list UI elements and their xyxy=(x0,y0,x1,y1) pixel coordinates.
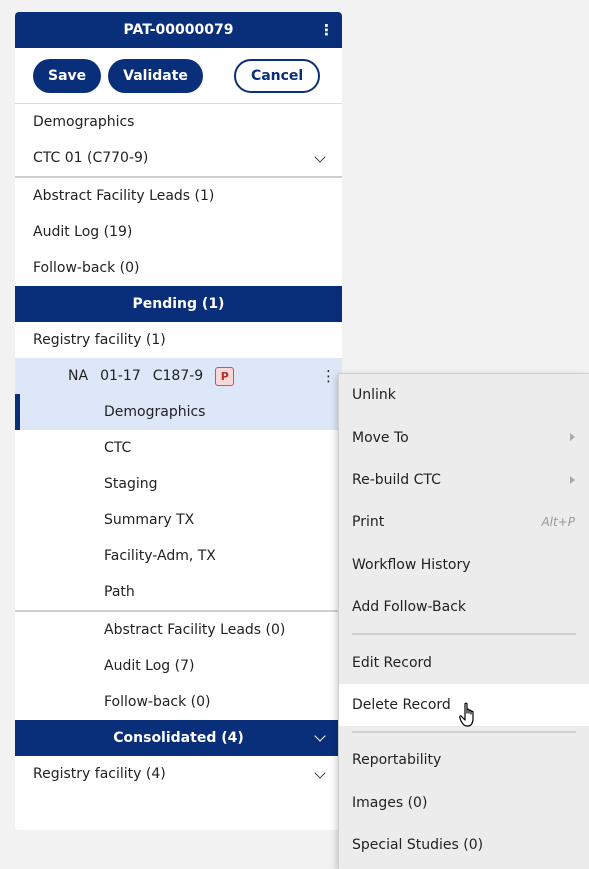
nav-ctc[interactable]: CTC 01 (C770-9) xyxy=(15,140,342,176)
menu-item-reportability[interactable]: Reportability xyxy=(339,739,589,781)
record-item-path[interactable]: Path xyxy=(15,574,342,610)
more-vertical-icon[interactable]: ⋮ xyxy=(321,366,336,386)
record-item-label: Summary TX xyxy=(104,512,195,528)
record-item-label: CTC xyxy=(104,440,132,456)
record-item-facility-adm-tx[interactable]: Facility-Adm, TX xyxy=(15,538,342,574)
nav-audit-log[interactable]: Audit Log (19) xyxy=(15,214,342,250)
menu-item-print[interactable]: Print Alt+P xyxy=(339,501,589,543)
menu-item-move-to[interactable]: Move To xyxy=(339,416,589,458)
menu-separator xyxy=(352,633,576,636)
menu-item-unlink[interactable]: Unlink xyxy=(339,374,589,416)
consolidated-registry-facility[interactable]: Registry facility (4) xyxy=(15,756,342,792)
menu-item-label: Add Follow-Back xyxy=(352,599,467,616)
consolidated-section-header[interactable]: Consolidated (4) xyxy=(15,720,342,756)
menu-item-label: Special Studies (0) xyxy=(352,837,484,854)
menu-item-rebuild-ctc[interactable]: Re-build CTC xyxy=(339,459,589,501)
nav-abstract-facility-leads[interactable]: Abstract Facility Leads (1) xyxy=(15,178,342,214)
action-toolbar: Save Validate Cancel xyxy=(15,48,342,104)
record-site: C187-9 xyxy=(152,368,204,384)
record-date: 01-17 xyxy=(100,368,141,384)
record-link-audit-log[interactable]: Audit Log (7) xyxy=(15,648,342,684)
record-link-abstract-facility-leads[interactable]: Abstract Facility Leads (0) xyxy=(15,612,342,648)
nav-label: Demographics xyxy=(33,114,135,130)
menu-separator xyxy=(352,731,576,734)
pending-section-header[interactable]: Pending (1) xyxy=(15,286,342,322)
nav-follow-back[interactable]: Follow-back (0) xyxy=(15,250,342,286)
menu-item-label: Unlink xyxy=(352,387,396,404)
menu-item-workflow-history[interactable]: Workflow History xyxy=(339,544,589,586)
menu-item-label: Re-build CTC xyxy=(352,471,441,488)
section-title: Pending (1) xyxy=(132,296,225,312)
nav-label: Abstract Facility Leads (1) xyxy=(33,188,215,204)
nav-label: Registry facility (4) xyxy=(33,766,166,782)
menu-item-label: Workflow History xyxy=(352,556,471,573)
menu-item-label: Move To xyxy=(352,429,409,446)
record-link-label: Follow-back (0) xyxy=(104,694,211,710)
chevron-down-icon[interactable] xyxy=(314,767,326,779)
record-item-summary-tx[interactable]: Summary TX xyxy=(15,502,342,538)
cancel-button[interactable]: Cancel xyxy=(233,58,321,93)
record-item-demographics[interactable]: Demographics xyxy=(15,394,342,430)
record-link-label: Audit Log (7) xyxy=(104,658,195,674)
record-item-label: Path xyxy=(104,584,135,600)
menu-item-label: Delete Record xyxy=(352,696,451,713)
record-item-ctc[interactable]: CTC xyxy=(15,430,342,466)
menu-item-edit-record[interactable]: Edit Record xyxy=(339,641,589,683)
nav-label: Follow-back (0) xyxy=(33,260,140,276)
menu-item-label: Reportability xyxy=(352,752,442,769)
record-status: NA xyxy=(68,368,89,384)
record-link-follow-back[interactable]: Follow-back (0) xyxy=(15,684,342,720)
submenu-arrow-icon xyxy=(570,475,575,484)
chevron-down-icon[interactable] xyxy=(314,151,326,163)
record-item-label: Staging xyxy=(104,476,158,492)
record-item-staging[interactable]: Staging xyxy=(15,466,342,502)
patient-id: PAT-00000079 xyxy=(123,22,234,38)
patient-panel: PAT-00000079 ⋮ Save Validate Cancel Demo… xyxy=(15,12,342,830)
menu-item-label: Images (0) xyxy=(352,794,428,811)
submenu-arrow-icon xyxy=(570,433,575,442)
nav-label: Audit Log (19) xyxy=(33,224,133,240)
menu-item-add-follow-back[interactable]: Add Follow-Back xyxy=(339,586,589,628)
keyboard-shortcut: Alt+P xyxy=(541,515,575,530)
patient-header: PAT-00000079 ⋮ xyxy=(15,12,342,48)
menu-item-delete-record[interactable]: Delete Record xyxy=(339,683,589,727)
nav-label: CTC 01 (C770-9) xyxy=(33,150,149,166)
record-item-label: Demographics xyxy=(104,404,206,420)
pending-badge: P xyxy=(215,366,235,386)
hand-pointer-icon xyxy=(459,702,474,727)
pending-record-row[interactable]: NA 01-17 C187-9 P ⋮ xyxy=(15,358,342,394)
pending-registry-facility[interactable]: Registry facility (1) xyxy=(15,322,342,358)
nav-demographics[interactable]: Demographics xyxy=(15,104,342,140)
record-item-label: Facility-Adm, TX xyxy=(104,548,216,564)
menu-item-label: Edit Record xyxy=(352,654,432,671)
validate-button[interactable]: Validate xyxy=(108,58,203,93)
record-link-label: Abstract Facility Leads (0) xyxy=(104,622,286,638)
section-title: Consolidated (4) xyxy=(113,730,244,746)
menu-item-images[interactable]: Images (0) xyxy=(339,782,589,824)
menu-item-label: Print xyxy=(352,514,385,531)
nav-label: Registry facility (1) xyxy=(33,332,166,348)
record-context-menu: Unlink Move To Re-build CTC Print Alt+P … xyxy=(338,373,589,869)
more-vertical-icon[interactable]: ⋮ xyxy=(319,20,334,40)
chevron-down-icon[interactable] xyxy=(314,730,326,742)
menu-item-special-studies[interactable]: Special Studies (0) xyxy=(339,824,589,866)
save-button[interactable]: Save xyxy=(33,58,102,93)
